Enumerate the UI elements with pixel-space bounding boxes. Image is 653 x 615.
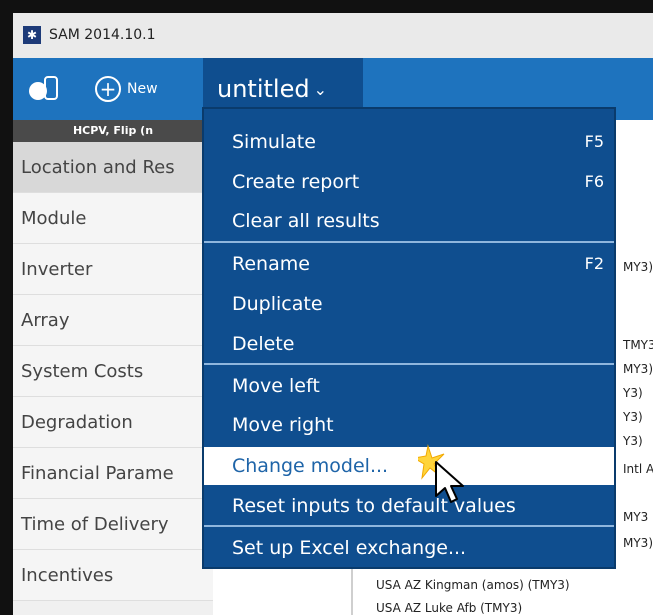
menu-item-duplicate[interactable]: Duplicate: [204, 285, 614, 323]
sidebar-item-degradation[interactable]: Degradation: [13, 397, 213, 448]
list-item[interactable]: USA AZ Kingman (amos) (TMY3): [376, 578, 570, 592]
menu-separator: [204, 363, 614, 365]
list-item[interactable]: MY3): [623, 536, 653, 550]
case-tab-label: untitled: [217, 75, 310, 103]
menu-item-rename[interactable]: Rename F2: [204, 245, 614, 283]
menu-item-label: Move left: [232, 375, 320, 397]
menu-item-label: Duplicate: [232, 293, 323, 315]
sidebar-item-inverter[interactable]: Inverter: [13, 244, 213, 295]
list-item[interactable]: USA AZ Luke Afb (TMY3): [376, 601, 522, 615]
sidebar-item-incentives[interactable]: Incentives: [13, 550, 213, 601]
sidebar-item-array[interactable]: Array: [13, 295, 213, 346]
title-bar: ✱ SAM 2014.10.1: [13, 13, 653, 59]
list-item[interactable]: Intl A: [623, 462, 653, 476]
menu-item-reset-inputs[interactable]: Reset inputs to default values: [204, 487, 614, 525]
new-label: New: [127, 81, 158, 97]
menu-item-label: Change model...: [232, 455, 389, 477]
menu-item-clear-results[interactable]: Clear all results: [204, 202, 614, 240]
sidebar-item-location[interactable]: Location and Res: [13, 142, 213, 193]
list-item[interactable]: MY3: [623, 510, 648, 524]
list-item[interactable]: Y3): [623, 386, 643, 400]
menu-shortcut: F2: [584, 254, 604, 273]
list-item[interactable]: Y3): [623, 410, 643, 424]
menu-item-label: Create report: [232, 171, 360, 193]
sam-logo-icon[interactable]: [27, 73, 61, 105]
menu-item-move-right[interactable]: Move right: [204, 406, 614, 444]
menu-item-label: Set up Excel exchange...: [232, 537, 467, 559]
sidebar: HCPV, Flip (n Location and Res Module In…: [13, 120, 213, 615]
new-button[interactable]: + New: [95, 74, 158, 104]
menu-item-label: Move right: [232, 414, 334, 436]
list-item[interactable]: MY3): [623, 362, 653, 376]
sidebar-item-system-costs[interactable]: System Costs: [13, 346, 213, 397]
menu-item-label: Delete: [232, 333, 295, 355]
menu-item-excel-exchange[interactable]: Set up Excel exchange...: [204, 529, 614, 567]
menu-item-label: Clear all results: [232, 210, 380, 232]
menu-item-label: Simulate: [232, 131, 316, 153]
sidebar-item-time-of-delivery[interactable]: Time of Delivery: [13, 499, 213, 550]
list-item[interactable]: MY3): [623, 260, 653, 274]
plus-icon: +: [95, 76, 121, 102]
sidebar-item-financial-parameters[interactable]: Financial Parame: [13, 448, 213, 499]
menu-item-move-left[interactable]: Move left: [204, 367, 614, 405]
chevron-down-icon: ⌄: [313, 79, 327, 99]
sidebar-config-header: HCPV, Flip (n: [13, 120, 213, 142]
window-title: SAM 2014.10.1: [49, 27, 156, 43]
app-icon: ✱: [23, 26, 41, 44]
case-context-menu: Simulate F5 Create report F6 Clear all r…: [202, 107, 616, 569]
list-item[interactable]: TMY3: [623, 338, 653, 352]
menu-item-label: Rename: [232, 253, 310, 275]
mouse-cursor-icon: [418, 444, 464, 503]
menu-item-create-report[interactable]: Create report F6: [204, 163, 614, 201]
menu-shortcut: F6: [584, 172, 604, 191]
menu-shortcut: F5: [584, 132, 604, 151]
menu-item-change-model[interactable]: Change model...: [204, 447, 614, 485]
menu-item-simulate[interactable]: Simulate F5: [204, 123, 614, 161]
list-item[interactable]: Y3): [623, 434, 643, 448]
sidebar-item-module[interactable]: Module: [13, 193, 213, 244]
menu-separator: [204, 525, 614, 527]
menu-item-delete[interactable]: Delete: [204, 325, 614, 363]
menu-separator: [204, 241, 614, 243]
